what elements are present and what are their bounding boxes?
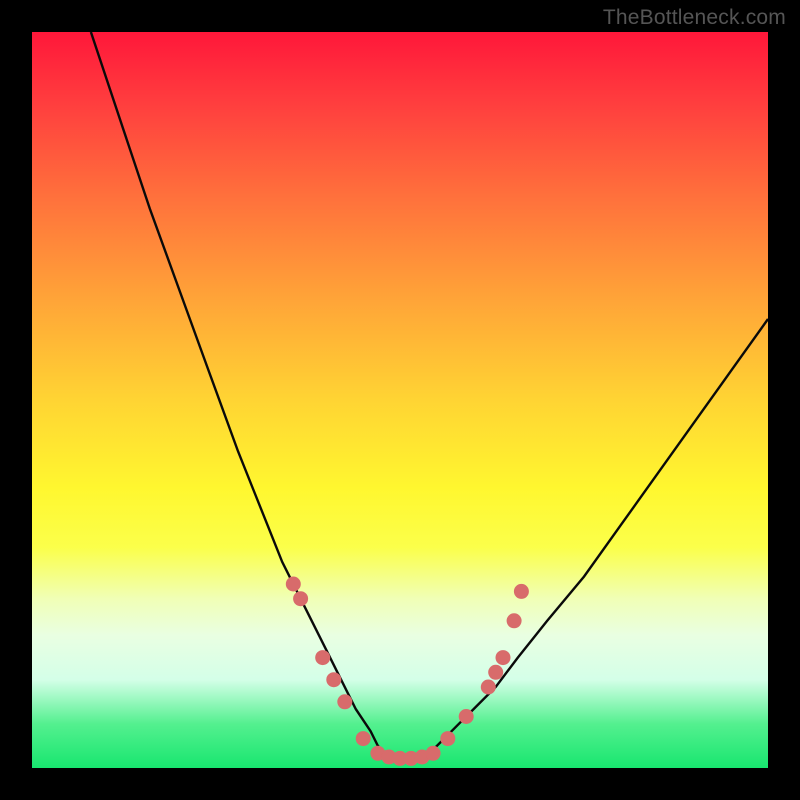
marker-dot [426,746,441,761]
marker-dot [286,577,301,592]
marker-dot [440,731,455,746]
chart-frame: TheBottleneck.com [0,0,800,800]
marker-dot [496,650,511,665]
marker-dot [337,694,352,709]
marker-dot [507,613,522,628]
marker-dot [459,709,474,724]
marker-dot [293,591,308,606]
marker-dot [514,584,529,599]
curve-right [429,319,768,753]
curve-group [91,32,768,759]
curve-left [91,32,385,753]
watermark-label: TheBottleneck.com [603,6,786,30]
marker-dot [488,665,503,680]
marker-dot [326,672,341,687]
marker-group [286,577,529,766]
marker-dot [481,680,496,695]
marker-dot [315,650,330,665]
plot-area [32,32,768,768]
chart-svg [32,32,768,768]
marker-dot [356,731,371,746]
